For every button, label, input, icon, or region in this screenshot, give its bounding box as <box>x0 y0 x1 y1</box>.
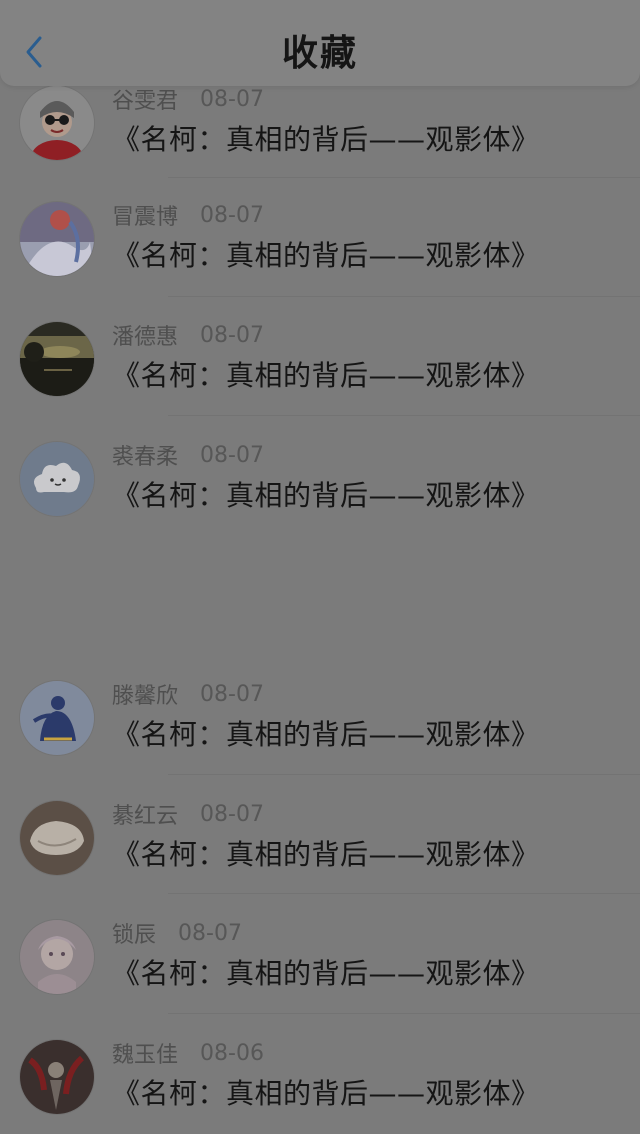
user-avatar[interactable] <box>20 920 94 994</box>
date: 08-07 <box>200 442 264 468</box>
username[interactable]: 裘春柔 <box>112 439 178 471</box>
date: 08-07 <box>200 681 264 707</box>
username[interactable]: 冒震博 <box>112 199 178 231</box>
date: 08-07 <box>200 202 264 228</box>
username[interactable]: 潘德惠 <box>112 319 178 351</box>
date: 08-07 <box>178 920 242 946</box>
username[interactable]: 谷雯君 <box>112 83 178 115</box>
divider <box>168 1013 640 1014</box>
item-meta: 冒震博 08-07 <box>112 199 264 231</box>
user-avatar[interactable] <box>20 202 94 276</box>
item-meta: 滕馨欣 08-07 <box>112 678 264 710</box>
date: 08-06 <box>200 1040 264 1066</box>
favorite-title[interactable]: 《名柯：真相的背后——观影体》 <box>112 1072 540 1112</box>
item-meta: 魏玉佳 08-06 <box>112 1037 264 1069</box>
divider <box>168 296 640 297</box>
user-avatar[interactable] <box>20 801 94 875</box>
favorite-title[interactable]: 《名柯：真相的背后——观影体》 <box>112 833 540 873</box>
nav-bar: 收藏 <box>0 0 640 86</box>
divider <box>168 415 640 416</box>
favorite-title[interactable]: 《名柯：真相的背后——观影体》 <box>112 118 540 158</box>
date: 08-07 <box>200 801 264 827</box>
list-item[interactable]: 裘春柔 08-07 《名柯：真相的背后——观影体》 <box>0 440 640 536</box>
list-item[interactable]: 谷雯君 08-07 《名柯：真相的背后——观影体》 <box>0 84 640 180</box>
username[interactable]: 滕馨欣 <box>112 678 178 710</box>
divider <box>168 177 640 178</box>
list-item[interactable]: 潘德惠 08-07 《名柯：真相的背后——观影体》 <box>0 320 640 416</box>
date: 08-07 <box>200 86 264 112</box>
date: 08-07 <box>200 322 264 348</box>
favorites-list: 谷雯君 08-07 《名柯：真相的背后——观影体》 冒震博 08-07 《名柯：… <box>0 0 640 1114</box>
item-meta: 綦红云 08-07 <box>112 798 264 830</box>
list-item[interactable]: 冒震博 08-07 《名柯：真相的背后——观影体》 <box>0 200 640 296</box>
favorite-title[interactable]: 《名柯：真相的背后——观影体》 <box>112 234 540 274</box>
list-item[interactable]: 綦红云 08-07 《名柯：真相的背后——观影体》 <box>0 799 640 895</box>
item-meta: 锁辰 08-07 <box>112 917 242 949</box>
user-avatar[interactable] <box>20 442 94 516</box>
favorite-title[interactable]: 《名柯：真相的背后——观影体》 <box>112 713 540 753</box>
list-item[interactable]: 锁辰 08-07 《名柯：真相的背后——观影体》 <box>0 918 640 1014</box>
divider <box>168 774 640 775</box>
favorite-title[interactable]: 《名柯：真相的背后——观影体》 <box>112 354 540 394</box>
username[interactable]: 魏玉佳 <box>112 1037 178 1069</box>
page-title: 收藏 <box>281 33 358 74</box>
username[interactable]: 锁辰 <box>112 917 156 949</box>
favorite-title[interactable]: 《名柯：真相的背后——观影体》 <box>112 474 540 514</box>
user-avatar[interactable] <box>20 322 94 396</box>
item-meta: 裘春柔 08-07 <box>112 439 264 471</box>
user-avatar[interactable] <box>20 86 94 160</box>
user-avatar[interactable] <box>20 681 94 755</box>
favorite-title[interactable]: 《名柯：真相的背后——观影体》 <box>112 952 540 992</box>
list-item[interactable]: 滕馨欣 08-07 《名柯：真相的背后——观影体》 <box>0 679 640 775</box>
item-meta: 谷雯君 08-07 <box>112 83 264 115</box>
item-meta: 潘德惠 08-07 <box>112 319 264 351</box>
user-avatar[interactable] <box>20 1040 94 1114</box>
username[interactable]: 綦红云 <box>112 798 178 830</box>
divider <box>168 893 640 894</box>
list-item[interactable]: 魏玉佳 08-06 《名柯：真相的背后——观影体》 <box>0 1038 640 1134</box>
